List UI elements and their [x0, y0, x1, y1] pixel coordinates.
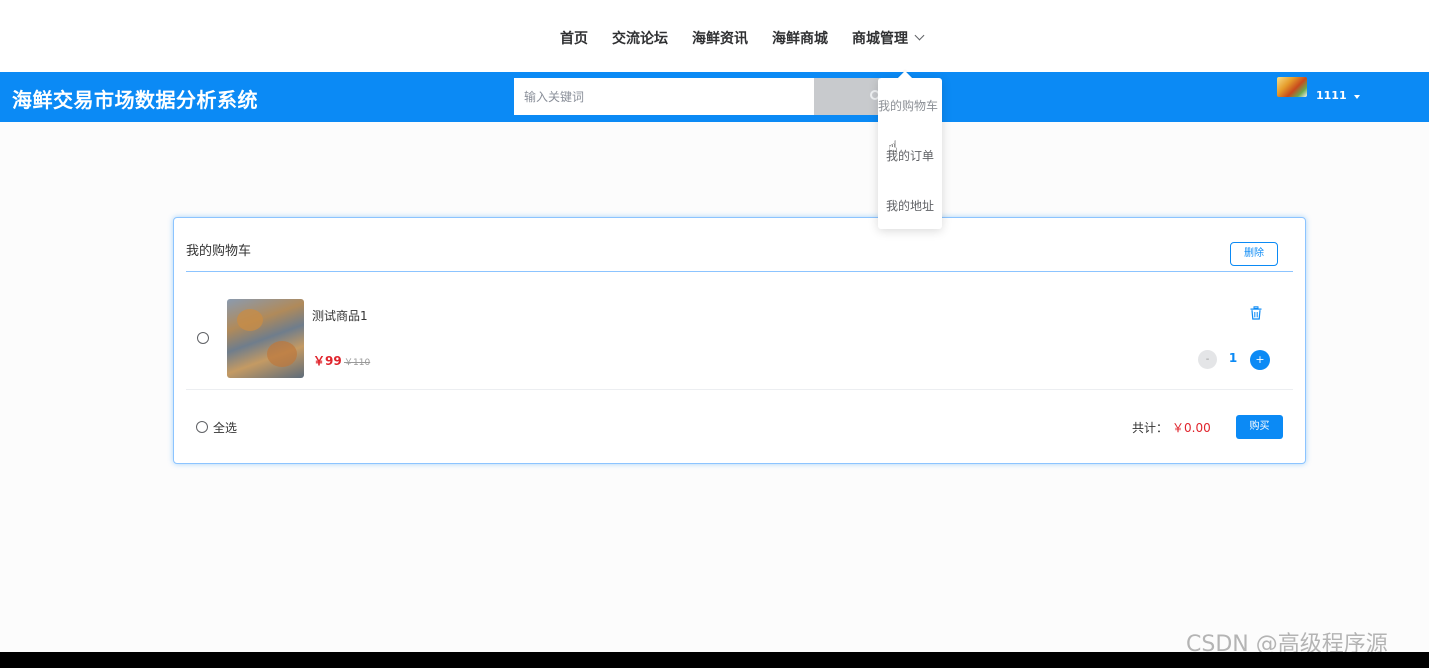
item-select-radio[interactable] — [197, 332, 209, 344]
select-all-label[interactable]: 全选 — [213, 419, 237, 436]
select-all-radio[interactable] — [196, 421, 208, 433]
caret-down-icon[interactable] — [1354, 95, 1360, 99]
header-bar: 海鲜交易市场数据分析系统 1111 — [0, 72, 1429, 122]
delete-button[interactable]: 删除 — [1230, 242, 1278, 266]
nav-item-mall-management[interactable]: 商城管理 — [852, 28, 925, 48]
avatar[interactable] — [1277, 77, 1307, 97]
total-value: ￥0.00 — [1172, 421, 1211, 435]
nav-item-forum[interactable]: 交流论坛 — [612, 28, 668, 48]
quantity-decrease-button[interactable]: - — [1198, 350, 1217, 369]
top-nav: 首页 交流论坛 海鲜资讯 海鲜商城 商城管理 — [0, 0, 1429, 72]
chevron-down-icon — [914, 30, 925, 41]
product-original-price: ￥110 — [344, 358, 371, 368]
divider — [186, 389, 1293, 390]
nav-item-home[interactable]: 首页 — [560, 28, 588, 48]
nav-item-news[interactable]: 海鲜资讯 — [692, 28, 748, 48]
site-title: 海鲜交易市场数据分析系统 — [12, 88, 258, 112]
divider — [186, 271, 1293, 272]
username[interactable]: 1111 — [1316, 89, 1347, 102]
total-label: 共计： — [1132, 421, 1169, 435]
search-button[interactable] — [814, 78, 880, 115]
nav-item-mall-management-label: 商城管理 — [852, 31, 908, 47]
product-name: 测试商品1 — [312, 309, 368, 323]
dropdown-item-my-address[interactable]: 我的地址 — [878, 197, 942, 214]
cart-title: 我的购物车 — [186, 244, 252, 259]
cart-panel: 我的购物车 删除 测试商品1 ￥99 ￥110 - 1 + 全选 共计： ￥0.… — [173, 217, 1306, 464]
quantity-value: 1 — [1228, 351, 1238, 365]
product-price: ￥99 — [313, 354, 342, 368]
buy-button[interactable]: 购买 — [1236, 415, 1283, 439]
hand-cursor-icon: ☝ — [888, 137, 898, 156]
trash-icon[interactable] — [1249, 306, 1263, 320]
quantity-increase-button[interactable]: + — [1250, 350, 1270, 370]
product-image — [227, 299, 304, 378]
dropdown-item-my-cart[interactable]: 我的购物车 — [878, 97, 942, 114]
search-input[interactable] — [514, 78, 814, 115]
main-menu: 首页 交流论坛 海鲜资讯 海鲜商城 商城管理 — [548, 26, 935, 50]
nav-item-mall[interactable]: 海鲜商城 — [772, 28, 828, 48]
bottom-bar — [0, 652, 1429, 668]
